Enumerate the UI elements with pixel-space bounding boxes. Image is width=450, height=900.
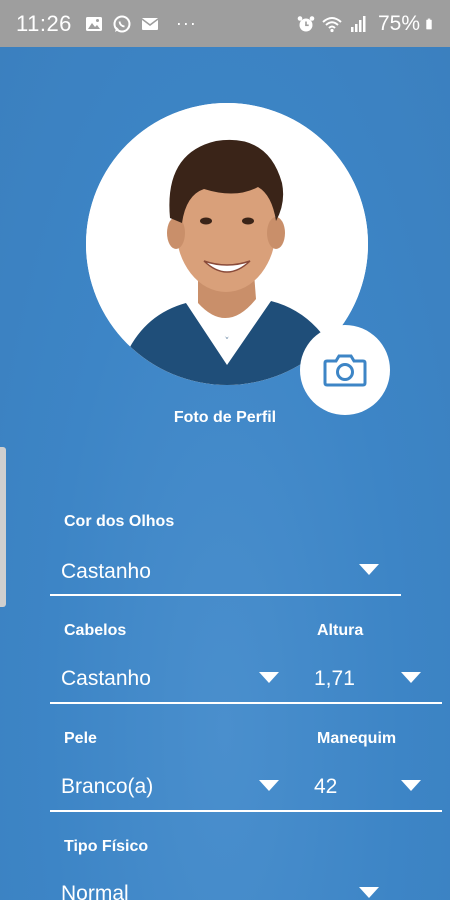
wifi-icon bbox=[322, 16, 342, 32]
hair-label: Cabelos bbox=[64, 622, 127, 639]
status-icons-left: ··· bbox=[84, 13, 197, 34]
body-type-chevron-down-icon[interactable] bbox=[359, 887, 379, 898]
status-icons-right: 75% bbox=[296, 12, 438, 36]
gallery-icon bbox=[85, 16, 102, 31]
height-value[interactable]: 1,71 bbox=[314, 667, 355, 691]
size-label: Manequim bbox=[317, 730, 397, 747]
skin-size-underline bbox=[50, 810, 442, 812]
profile-edit-screen: Foto de Perfil Cor dos Olhos Castanho Ca… bbox=[0, 47, 450, 900]
hair-value[interactable]: Castanho bbox=[61, 667, 151, 691]
edge-panel-handle[interactable] bbox=[0, 447, 6, 607]
body-type-value[interactable]: Normal bbox=[61, 882, 129, 900]
size-chevron-down-icon[interactable] bbox=[401, 780, 421, 791]
eye-color-label: Cor dos Olhos bbox=[64, 513, 175, 530]
height-chevron-down-icon[interactable] bbox=[401, 672, 421, 683]
skin-chevron-down-icon[interactable] bbox=[259, 780, 279, 791]
status-time: 11:26 bbox=[16, 10, 72, 36]
skin-label: Pele bbox=[64, 730, 97, 747]
mail-icon bbox=[141, 17, 159, 30]
battery-icon bbox=[426, 18, 432, 29]
alarm-icon bbox=[297, 15, 315, 31]
eye-color-value[interactable]: Castanho bbox=[61, 560, 151, 584]
size-value[interactable]: 42 bbox=[314, 775, 337, 799]
body-type-label: Tipo Físico bbox=[64, 838, 149, 855]
camera-icon bbox=[323, 354, 367, 387]
change-photo-button[interactable] bbox=[300, 325, 390, 415]
hair-height-underline bbox=[50, 702, 442, 704]
signal-icon bbox=[350, 15, 366, 32]
hair-chevron-down-icon[interactable] bbox=[259, 672, 279, 683]
more-notifications-indicator: ··· bbox=[175, 13, 197, 33]
skin-value[interactable]: Branco(a) bbox=[61, 775, 153, 799]
status-bar: 11:26 ··· 75% bbox=[0, 0, 450, 47]
profile-photo-label: Foto de Perfil bbox=[173, 409, 277, 426]
eye-color-underline bbox=[50, 594, 401, 596]
height-label: Altura bbox=[317, 622, 364, 639]
battery-percent: 75% bbox=[377, 11, 420, 35]
eye-color-chevron-down-icon[interactable] bbox=[359, 564, 379, 575]
whatsapp-icon bbox=[113, 15, 131, 32]
